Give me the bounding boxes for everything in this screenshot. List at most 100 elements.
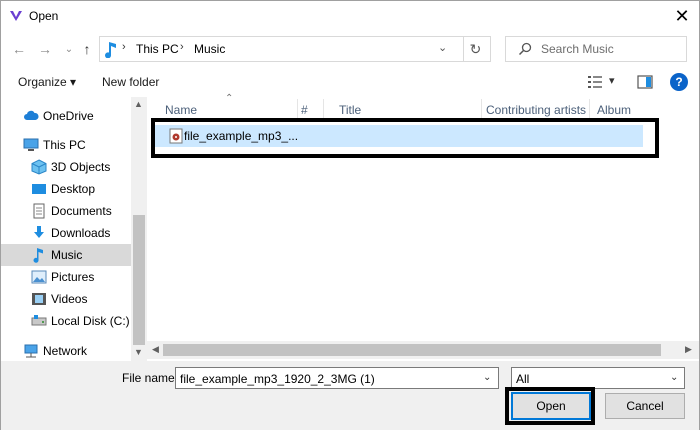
scroll-up-icon[interactable]: ▲: [134, 99, 143, 109]
refresh-button[interactable]: ↻: [463, 37, 487, 61]
search-input[interactable]: Search Music: [505, 36, 687, 62]
column-header-track-number[interactable]: #: [283, 97, 323, 121]
sidebar-item-label: Pictures: [51, 270, 95, 284]
sidebar-item-label: 3D Objects: [51, 160, 111, 174]
details-view-icon: [588, 76, 602, 88]
forward-button[interactable]: →: [35, 39, 55, 59]
breadcrumb-music[interactable]: Music: [194, 42, 225, 56]
search-placeholder: Search Music: [541, 42, 614, 56]
file-name-value: file_example_mp3_1920_2_3MG (1): [180, 372, 375, 386]
address-dropdown-icon[interactable]: ⌄: [438, 41, 447, 54]
preview-pane-icon[interactable]: [637, 74, 653, 90]
column-label: #: [301, 103, 308, 117]
horizontal-scrollbar[interactable]: ◀ ▶: [147, 341, 699, 359]
audio-file-icon: [169, 128, 183, 144]
file-type-select[interactable]: All ⌄: [511, 367, 685, 389]
recent-locations-button[interactable]: ⌄: [59, 39, 79, 59]
breadcrumb-separator: ›: [122, 41, 126, 53]
column-label: Contributing artists: [486, 103, 587, 117]
sidebar-item-downloads[interactable]: Downloads: [1, 222, 131, 244]
music-icon: [33, 248, 43, 263]
cancel-button[interactable]: Cancel: [605, 393, 685, 419]
music-note-icon: [105, 42, 116, 58]
sidebar-item-3d-objects[interactable]: 3D Objects: [1, 156, 131, 178]
column-header-title[interactable]: Title: [321, 97, 481, 121]
sort-ascending-icon: ⌃: [225, 93, 234, 104]
sidebar-item-label: Documents: [51, 204, 112, 218]
file-name-label: File name:: [122, 371, 179, 385]
app-logo-icon: [10, 11, 22, 21]
arrow-left-icon: ←: [12, 41, 26, 57]
chevron-down-icon: ⌄: [670, 372, 679, 383]
chevron-down-icon: ⌄: [64, 43, 74, 55]
sidebar-item-onedrive[interactable]: OneDrive: [1, 105, 131, 127]
file-name-field[interactable]: file_example_mp3_1920_2_3MG (1) ⌄: [175, 367, 499, 389]
sidebar-item-label: Downloads: [51, 226, 111, 240]
search-icon: [518, 42, 532, 56]
back-button[interactable]: ←: [9, 39, 29, 59]
navigation-pane: OneDrive This PC 3D Objects Desktop Docu…: [1, 97, 147, 361]
change-view-button[interactable]: ▾: [587, 74, 617, 90]
organize-menu-button[interactable]: Organize ▾: [18, 75, 76, 89]
help-button[interactable]: ?: [670, 73, 688, 91]
sidebar-item-label: OneDrive: [43, 109, 94, 123]
help-icon: ?: [675, 75, 683, 89]
close-button[interactable]: ✕: [665, 1, 699, 31]
arrow-up-icon: ↑: [83, 41, 91, 57]
pictures-icon: [31, 270, 47, 284]
sidebar-item-videos[interactable]: Videos: [1, 288, 131, 310]
scroll-right-icon[interactable]: ▶: [685, 344, 692, 355]
open-button[interactable]: Open: [511, 392, 591, 420]
up-button[interactable]: ↑: [77, 39, 97, 59]
column-header-name[interactable]: Name ⌃: [147, 93, 297, 121]
disk-icon: [31, 315, 47, 326]
breadcrumb-separator: ›: [180, 41, 184, 53]
sidebar-item-documents[interactable]: Documents: [1, 200, 131, 222]
new-folder-button[interactable]: New folder: [102, 75, 159, 89]
sidebar-item-this-pc[interactable]: This PC: [1, 134, 131, 156]
desktop-icon: [32, 184, 46, 194]
sidebar-item-label: Desktop: [51, 182, 96, 196]
network-icon: [24, 344, 38, 358]
column-label: Title: [339, 103, 362, 117]
view-dropdown-icon: ▾: [609, 75, 615, 87]
column-header-contributing-artists[interactable]: Contributing artists: [468, 97, 588, 121]
file-list: Name ⌃ # Title Contributing artists Albu…: [147, 93, 699, 361]
file-name: file_example_mp3_...: [184, 129, 299, 143]
sidebar-item-label: Network: [43, 344, 88, 358]
scrollbar-thumb[interactable]: [163, 344, 661, 356]
breadcrumb-this-pc[interactable]: This PC: [136, 42, 179, 56]
arrow-right-icon: →: [38, 41, 52, 57]
sidebar-item-desktop[interactable]: Desktop: [1, 178, 131, 200]
chevron-down-icon[interactable]: ⌄: [483, 372, 491, 383]
sidebar-scrollbar[interactable]: ▲ ▼: [131, 97, 147, 361]
close-icon: ✕: [674, 5, 690, 26]
title-bar: Open ✕: [1, 1, 699, 31]
file-type-value: All: [516, 372, 530, 386]
column-header-album[interactable]: Album: [579, 97, 689, 121]
column-label: Album: [597, 103, 632, 117]
command-toolbar: Organize ▾ New folder ▾ ?: [1, 67, 699, 97]
scroll-left-icon[interactable]: ◀: [152, 344, 159, 355]
address-bar[interactable]: › This PC › Music ⌄: [99, 36, 491, 62]
sidebar-item-network[interactable]: Network: [1, 340, 131, 361]
open-file-dialog: Open ✕ ← → ⌄ ↑ › This PC › Music ⌄ ↻ Sea…: [0, 0, 700, 430]
downloads-icon: [34, 226, 44, 238]
column-label: Name: [165, 103, 198, 117]
sidebar-item-label: Videos: [51, 292, 88, 306]
list-item[interactable]: file_example_mp3_...: [155, 125, 643, 147]
sidebar-item-pictures[interactable]: Pictures: [1, 266, 131, 288]
refresh-icon: ↻: [469, 40, 482, 57]
scrollbar-thumb[interactable]: [133, 215, 145, 345]
sidebar-item-local-disk[interactable]: Local Disk (C:): [1, 310, 131, 332]
computer-icon: [23, 138, 39, 151]
cloud-icon: [24, 110, 39, 120]
sidebar-item-label: Music: [51, 248, 83, 262]
window-title: Open: [29, 9, 59, 23]
cube-icon: [31, 159, 47, 175]
videos-icon: [32, 293, 46, 305]
sidebar-item-music[interactable]: Music: [1, 244, 131, 266]
scroll-down-icon[interactable]: ▼: [134, 347, 143, 357]
navigation-bar: ← → ⌄ ↑ › This PC › Music ⌄ ↻ Search Mus…: [1, 31, 699, 67]
sidebar-item-label: Local Disk (C:): [51, 314, 130, 328]
